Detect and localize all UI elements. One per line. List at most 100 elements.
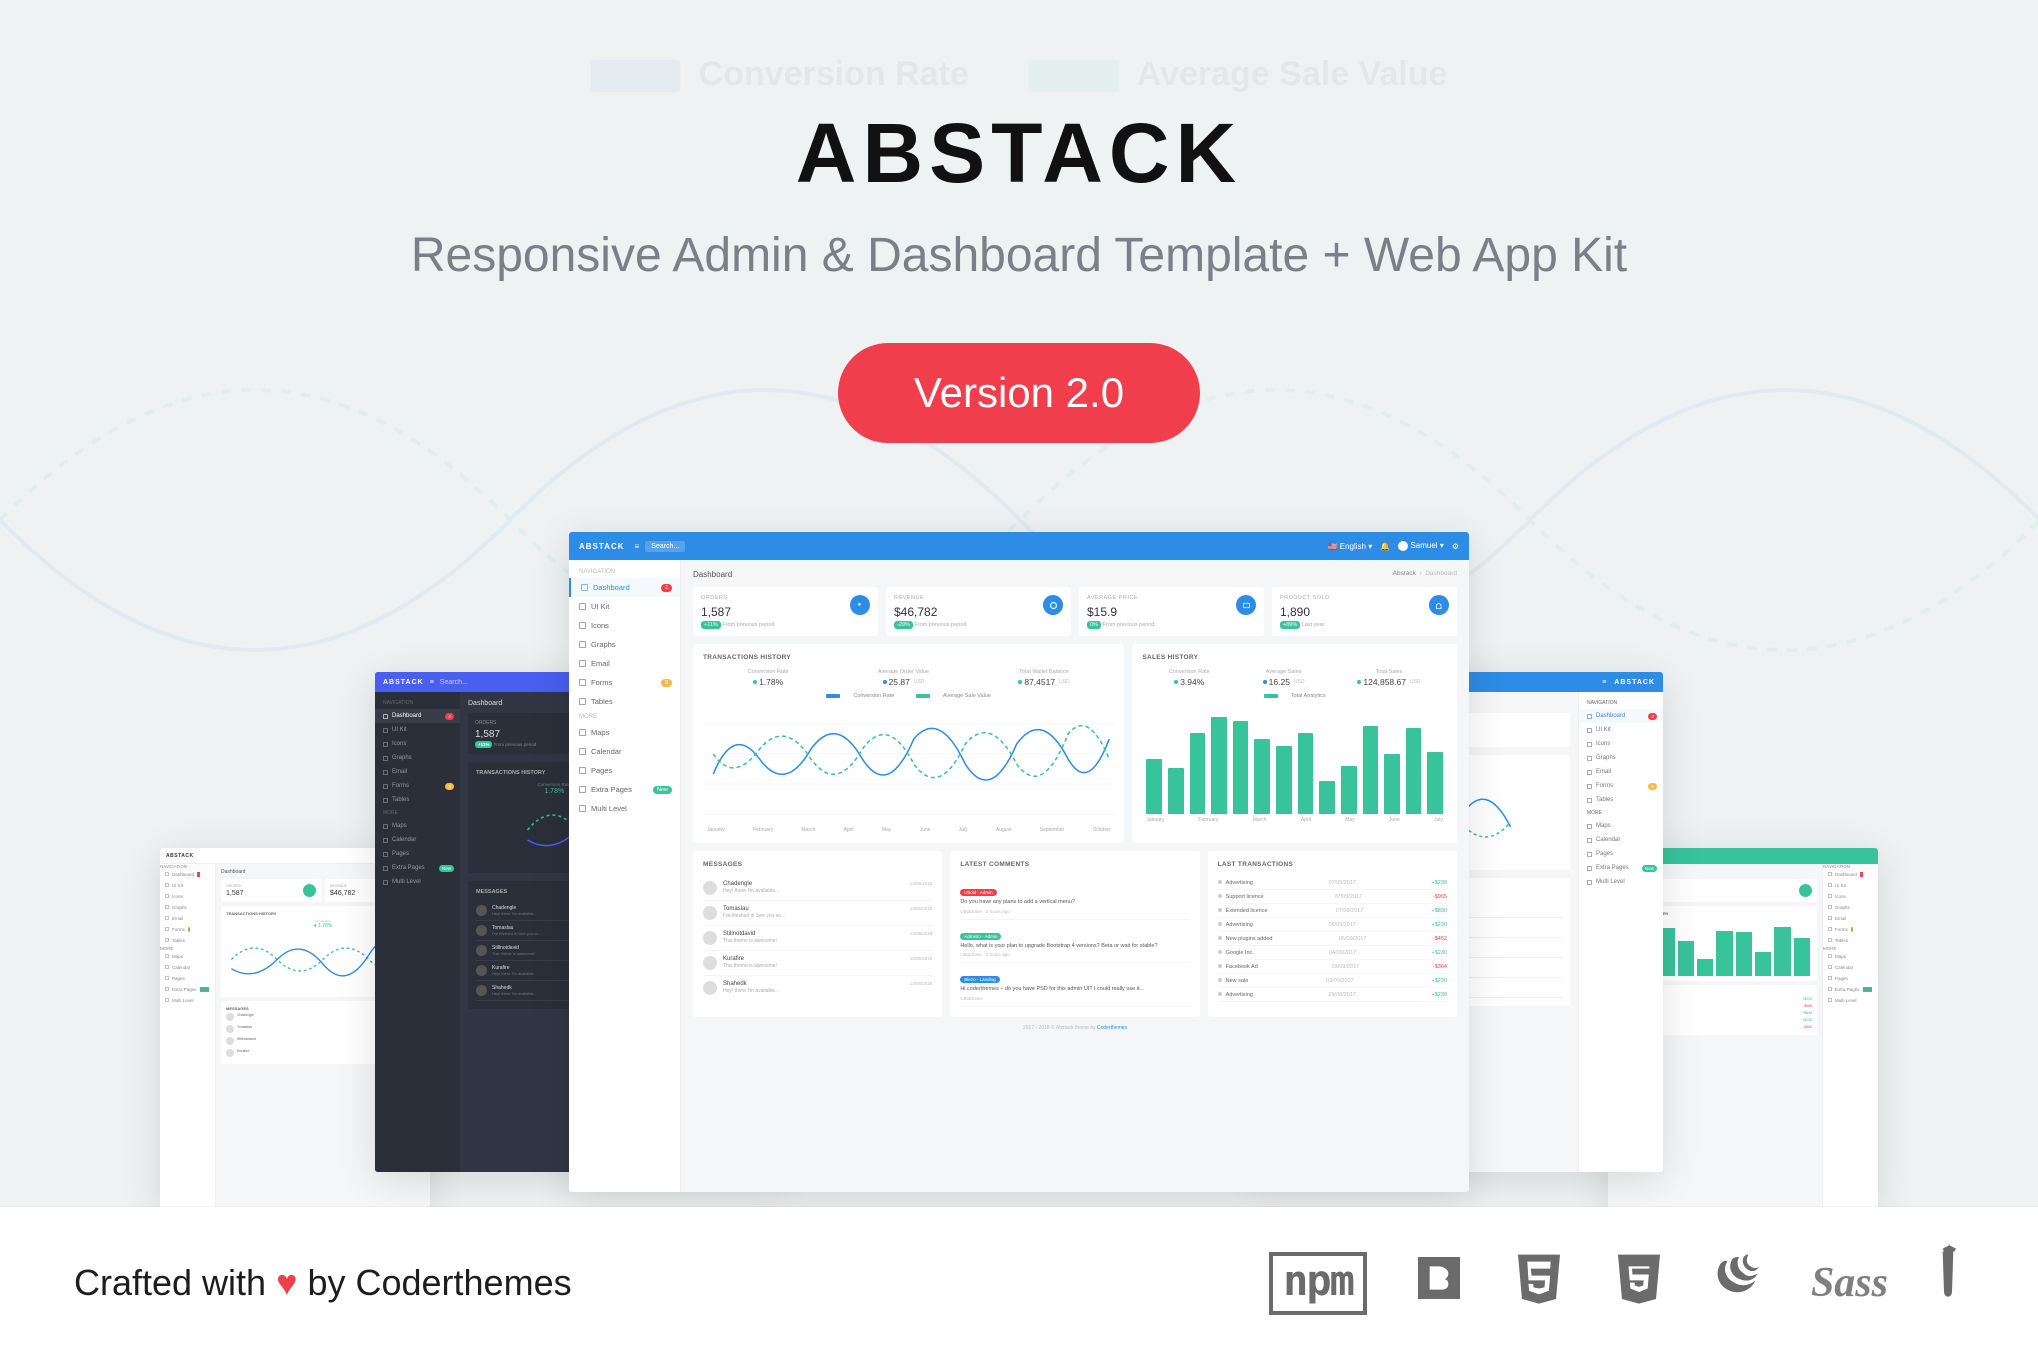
- language-switch[interactable]: 🇺🇸 English ▾: [1328, 542, 1373, 551]
- sidebar-item-calendar[interactable]: Calendar: [1579, 833, 1663, 847]
- avatar: [703, 906, 717, 920]
- sidebar-item-multi-level[interactable]: Multi Level: [375, 875, 460, 889]
- sidebar-item-graphs[interactable]: Graphs: [1579, 751, 1663, 765]
- transaction-row[interactable]: Support licence 07/09/2017 -$965: [1218, 890, 1447, 904]
- last-transactions-card: LAST TRANSACTIONS Advertising 07/09/2017…: [1208, 851, 1457, 1017]
- sidebar-item-tables[interactable]: Tables: [1579, 793, 1663, 807]
- sidebar-item-dashboard[interactable]: Dashboard2: [160, 869, 215, 880]
- sidebar-item-icons[interactable]: Icons: [569, 616, 680, 635]
- message-item[interactable]: KurafireThis theme is awesome! 13/06/201…: [703, 951, 932, 976]
- transaction-row[interactable]: Advertising 07/09/2017 +$230: [1218, 876, 1447, 890]
- sidebar-item-forms[interactable]: Forms8: [375, 779, 460, 793]
- settings-icon[interactable]: ⚙: [1452, 542, 1459, 551]
- sidebar-item-maps[interactable]: Maps: [375, 819, 460, 833]
- sidebar-item-forms[interactable]: Forms8: [1579, 779, 1663, 793]
- sidebar-item-icons[interactable]: Icons: [160, 891, 215, 902]
- search-input[interactable]: Search...: [645, 541, 685, 552]
- sidebar-item-forms[interactable]: Forms8: [569, 673, 680, 692]
- transaction-row[interactable]: Extended licence 07/09/2017 +$830: [1218, 904, 1447, 918]
- sales-history-card: SALES HISTORY Conversion Rate3.94%Averag…: [1132, 644, 1457, 843]
- comment-item[interactable]: Blezo - Landing Hi coderthemes – do you …: [960, 963, 1189, 1007]
- sidebar-item-email[interactable]: Email: [569, 654, 680, 673]
- sidebar-item-dashboard[interactable]: Dashboard2: [375, 709, 460, 723]
- transaction-row[interactable]: Advertising 05/09/2017 +$230: [1218, 918, 1447, 932]
- sidebar-item-graphs[interactable]: Graphs: [569, 635, 680, 654]
- version-badge: Version 2.0: [838, 343, 1200, 443]
- sidebar-item-ui-kit[interactable]: UI Kit: [160, 880, 215, 891]
- sidebar-item-pages[interactable]: Pages: [160, 973, 215, 984]
- sidebar-item-multi-level[interactable]: Multi Level: [1823, 995, 1878, 1006]
- css3-logo: [1611, 1250, 1667, 1316]
- sidebar-item-tables[interactable]: Tables: [1823, 935, 1878, 946]
- sidebar-item-tables[interactable]: Tables: [569, 692, 680, 711]
- avatar: [703, 931, 717, 945]
- menu-toggle-icon[interactable]: ≡: [635, 542, 640, 551]
- sidebar-item-email[interactable]: Email: [1579, 765, 1663, 779]
- sidebar-item-extra-pages[interactable]: Extra PagesNew: [1579, 861, 1663, 875]
- sidebar-item-graphs[interactable]: Graphs: [160, 902, 215, 913]
- comment-item[interactable]: Adminto - Admin Hello, what is your plan…: [960, 920, 1189, 964]
- comment-item[interactable]: Ubold - Admin Do you have any plans to a…: [960, 876, 1189, 920]
- sidebar-item-extra-pages[interactable]: Extra PagesNew: [569, 780, 680, 799]
- sidebar-item-graphs[interactable]: Graphs: [375, 751, 460, 765]
- sidebar-item-ui-kit[interactable]: UI Kit: [1579, 723, 1663, 737]
- breadcrumb: Dashboard Abstack › Dashboard: [693, 570, 1457, 579]
- sidebar-item-extra-pages[interactable]: Extra PagesNew: [160, 984, 215, 995]
- message-item[interactable]: StillnotdavidThis theme is awesome! 13/0…: [703, 926, 932, 951]
- page-footer: Crafted with ♥ by Coderthemes npm Sass: [0, 1207, 2038, 1359]
- sidebar: NAVIGATIONDashboard2UI KitIconsGraphsEma…: [1822, 864, 1878, 1208]
- html5-logo: [1511, 1250, 1567, 1316]
- sidebar-item-maps[interactable]: Maps: [160, 951, 215, 962]
- sidebar-item-pages[interactable]: Pages: [1823, 973, 1878, 984]
- notification-icon[interactable]: 🔔: [1380, 542, 1390, 551]
- sidebar-item-icons[interactable]: Icons: [1823, 891, 1878, 902]
- line-chart: [703, 704, 1114, 824]
- sidebar-item-tables[interactable]: Tables: [375, 793, 460, 807]
- sidebar-item-graphs[interactable]: Graphs: [1823, 902, 1878, 913]
- sidebar-item-ui-kit[interactable]: UI Kit: [569, 597, 680, 616]
- cart-icon: [303, 884, 316, 897]
- message-item[interactable]: TomaslauI've finished it! See you so... …: [703, 901, 932, 926]
- transaction-row[interactable]: New plugins added 05/09/2017 -$452: [1218, 932, 1447, 946]
- sidebar-item-calendar[interactable]: Calendar: [160, 962, 215, 973]
- sidebar-item-icons[interactable]: Icons: [375, 737, 460, 751]
- transaction-row[interactable]: New sale 03/09/2017 +$230: [1218, 974, 1447, 988]
- inner-footer: 2017 - 2018 © Abstack theme by Coderthem…: [693, 1017, 1457, 1031]
- sidebar-item-dashboard[interactable]: Dashboard2: [569, 578, 680, 597]
- sidebar-item-extra-pages[interactable]: Extra PagesNew: [1823, 984, 1878, 995]
- sidebar-item-tables[interactable]: Tables: [160, 935, 215, 946]
- avatar: [703, 956, 717, 970]
- sidebar-item-extra-pages[interactable]: Extra PagesNew: [375, 861, 460, 875]
- message-item[interactable]: ShahedkHey! there I'm available... 13/06…: [703, 976, 932, 1000]
- sidebar-item-pages[interactable]: Pages: [375, 847, 460, 861]
- sidebar-item-multi-level[interactable]: Multi Level: [160, 995, 215, 1006]
- avatar: [703, 881, 717, 895]
- sidebar-item-calendar[interactable]: Calendar: [1823, 962, 1878, 973]
- sidebar-item-maps[interactable]: Maps: [569, 723, 680, 742]
- sidebar-item-forms[interactable]: Forms8: [1823, 924, 1878, 935]
- sidebar-item-pages[interactable]: Pages: [1579, 847, 1663, 861]
- sidebar-item-calendar[interactable]: Calendar: [375, 833, 460, 847]
- message-item[interactable]: ChadengleHey! there I'm available... 13/…: [703, 876, 932, 901]
- sidebar-item-email[interactable]: Email: [375, 765, 460, 779]
- transaction-row[interactable]: Facebook Ad 03/09/2017 -$364: [1218, 960, 1447, 974]
- sidebar-item-multi-level[interactable]: Multi Level: [569, 799, 680, 818]
- user-menu[interactable]: Samuel ▾: [1398, 541, 1444, 551]
- sidebar-item-forms[interactable]: Forms8: [160, 924, 215, 935]
- sidebar-item-calendar[interactable]: Calendar: [569, 742, 680, 761]
- sidebar-item-icons[interactable]: Icons: [1579, 737, 1663, 751]
- heart-icon: ♥: [276, 1262, 297, 1303]
- sidebar-item-maps[interactable]: Maps: [1579, 819, 1663, 833]
- sidebar-item-ui-kit[interactable]: UI Kit: [1823, 880, 1878, 891]
- sidebar-item-ui-kit[interactable]: UI Kit: [375, 723, 460, 737]
- sidebar-item-maps[interactable]: Maps: [1823, 951, 1878, 962]
- sidebar-item-multi-level[interactable]: Multi Level: [1579, 875, 1663, 889]
- sidebar-item-dashboard[interactable]: Dashboard2: [1579, 709, 1663, 723]
- transaction-row[interactable]: Google Inc. 04/09/2017 +$230: [1218, 946, 1447, 960]
- sidebar-item-email[interactable]: Email: [160, 913, 215, 924]
- transaction-row[interactable]: Advertising 29/08/2017 +$230: [1218, 988, 1447, 1002]
- sidebar-item-dashboard[interactable]: Dashboard2: [1823, 869, 1878, 880]
- crafted-by-text: Crafted with ♥ by Coderthemes: [74, 1262, 572, 1304]
- sidebar-item-email[interactable]: Email: [1823, 913, 1878, 924]
- sidebar-item-pages[interactable]: Pages: [569, 761, 680, 780]
